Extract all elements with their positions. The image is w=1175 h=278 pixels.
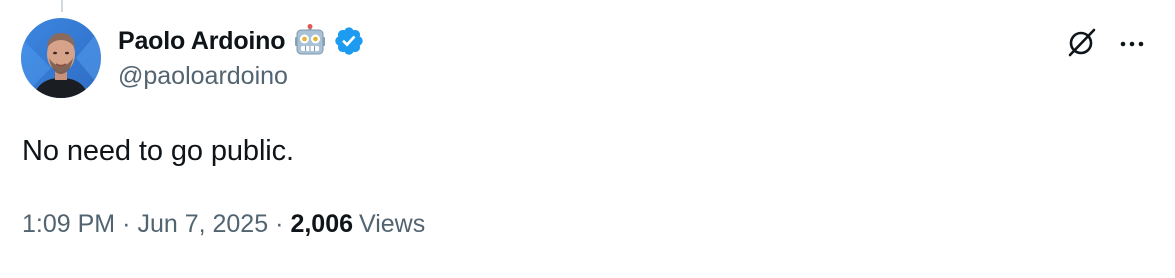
tweet-meta: 1:09 PM · Jun 7, 2025 · 2,006 Views: [22, 210, 425, 239]
author-display-name[interactable]: Paolo Ardoino: [118, 27, 286, 56]
more-options-icon[interactable]: [1119, 36, 1145, 47]
tweet-time[interactable]: 1:09 PM: [22, 210, 115, 239]
tweet-text: No need to go public.: [22, 135, 294, 167]
meta-separator: ·: [275, 210, 284, 238]
verified-badge-icon[interactable]: [333, 25, 365, 57]
author-handle[interactable]: @paoloardoino: [118, 62, 288, 91]
author-name-row: Paolo Ardoino: [118, 22, 365, 60]
views-count: 2,006: [290, 210, 353, 238]
grok-icon[interactable]: [1065, 25, 1099, 59]
avatar[interactable]: [21, 18, 101, 98]
thread-connector-line: [61, 0, 63, 12]
tweet-date[interactable]: Jun 7, 2025: [137, 210, 268, 239]
avatar-image: [21, 18, 101, 98]
robot-face-icon: [293, 24, 327, 58]
views-label: Views: [359, 210, 426, 238]
meta-separator: ·: [122, 210, 131, 238]
